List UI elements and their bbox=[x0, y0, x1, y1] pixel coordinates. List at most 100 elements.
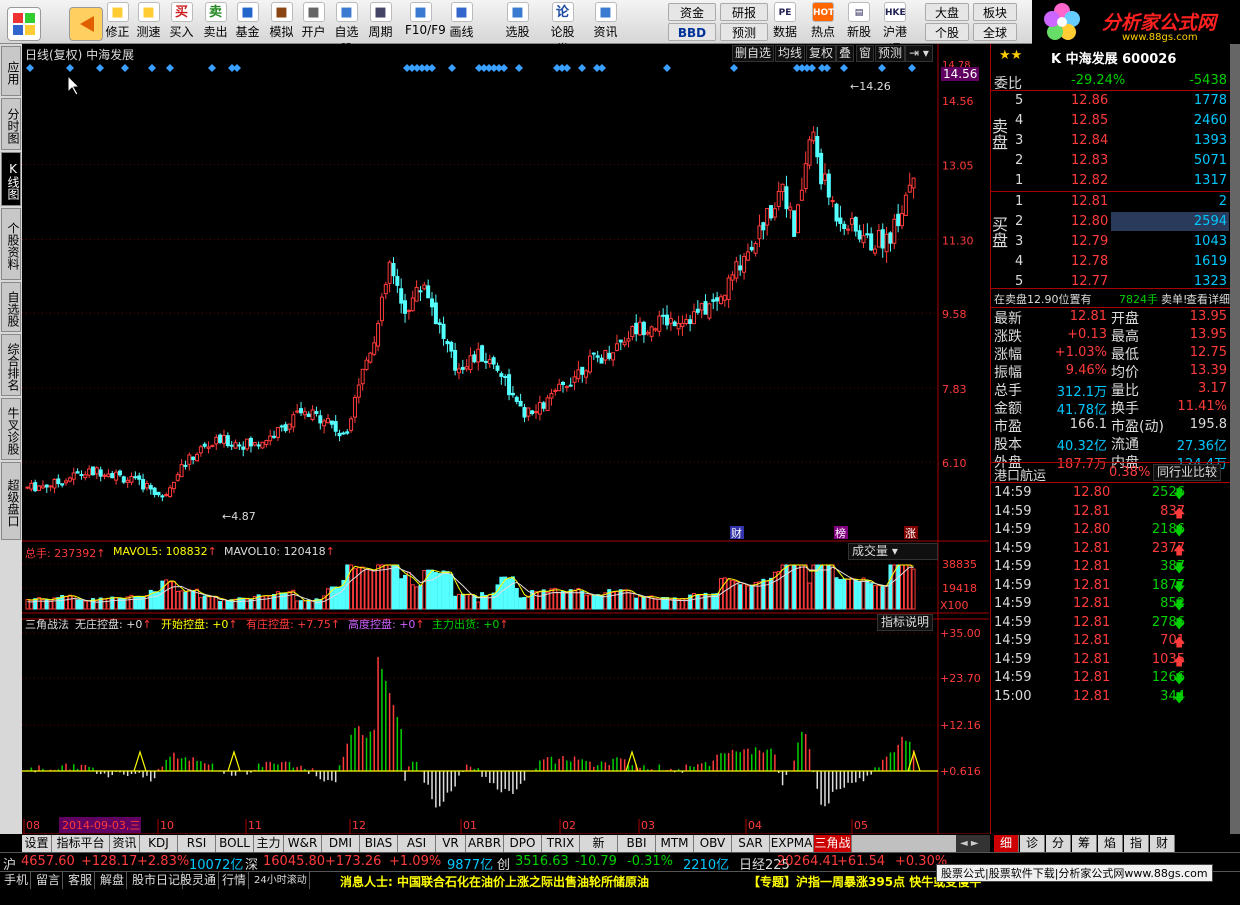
quote-tab-0[interactable]: 细 bbox=[994, 835, 1019, 852]
indicator-tab-13[interactable]: DPO bbox=[504, 835, 542, 852]
toolbar-hk-button[interactable]: HKE沪港通 bbox=[878, 2, 912, 56]
vtab-5[interactable]: 综合排名 bbox=[1, 334, 21, 396]
event-marker-label[interactable]: 榜 bbox=[835, 526, 846, 540]
toolbar-market-button[interactable]: 个股 bbox=[925, 23, 969, 41]
toolbar-small-button[interactable]: 研报 bbox=[720, 3, 768, 21]
status-tab-7[interactable]: 24小时滚动 bbox=[252, 872, 310, 889]
status-tab-6[interactable]: 行情 bbox=[220, 872, 250, 889]
indicator-tab-20[interactable]: EXPMA bbox=[770, 835, 814, 852]
status-tab-4[interactable]: 股市日记 bbox=[130, 872, 184, 889]
toolbar-hot-button[interactable]: HOT 热点 bbox=[806, 2, 840, 42]
tab-scroll-buttons[interactable]: ◄ ► bbox=[956, 835, 990, 852]
indicator-tab-3[interactable]: KDJ bbox=[140, 835, 178, 852]
ask-row[interactable]: 2 12.83 5071 bbox=[991, 151, 1231, 170]
toolbar-small-button[interactable]: 预测 bbox=[720, 23, 768, 41]
indicator-tab-10[interactable]: ASI bbox=[398, 835, 436, 852]
indicator-tab-9[interactable]: BIAS bbox=[360, 835, 398, 852]
quote-tab-4[interactable]: 焰 bbox=[1098, 835, 1123, 852]
toolbar-fund-button[interactable]: ■ 基金 bbox=[232, 2, 263, 42]
bid-row[interactable]: 3 12.79 1043 bbox=[991, 232, 1231, 251]
toolbar-star-button[interactable]: ■自选股 bbox=[331, 2, 362, 56]
toolbar-market-button[interactable]: 全球 bbox=[973, 23, 1017, 41]
indicator-tab-11[interactable]: VR bbox=[436, 835, 466, 852]
indicator-tab-7[interactable]: W&R bbox=[284, 835, 322, 852]
toolbar-pen-button[interactable]: ■ 画线 bbox=[446, 2, 477, 42]
toolbar-pe-button[interactable]: PE 数据 bbox=[768, 2, 802, 42]
status-tab-0[interactable]: 手机 bbox=[2, 872, 32, 889]
quote-tab-5[interactable]: 指 bbox=[1124, 835, 1149, 852]
vtab-7[interactable]: 超级盘口 bbox=[1, 462, 21, 540]
chart-expand-button[interactable]: ⇥ ▾ bbox=[905, 45, 933, 62]
status-tab-1[interactable]: 留言 bbox=[34, 872, 64, 889]
vtab-3[interactable]: 个股资料 bbox=[1, 208, 21, 280]
notice-detail-link[interactable]: 查看详细 bbox=[1186, 291, 1230, 307]
event-marker-label[interactable]: 财 bbox=[731, 526, 742, 540]
kline-chart[interactable]: 14.5613.0511.309.587.836.1014.7838835194… bbox=[22, 44, 989, 834]
indicator-tab-17[interactable]: MTM bbox=[656, 835, 694, 852]
toolbar-news-button[interactable]: ■ 资讯 bbox=[590, 2, 621, 42]
ad-banner[interactable]: 股票公式|股票软件下载|分析家公式网www.88gs.com bbox=[936, 864, 1213, 882]
toolbar-clock-button[interactable]: ■ 周期 bbox=[365, 2, 396, 42]
indicator-tab-4[interactable]: RSI bbox=[178, 835, 216, 852]
status-tab-5[interactable]: 股灵通 bbox=[178, 872, 220, 889]
indicator-tab-14[interactable]: TRIX bbox=[542, 835, 580, 852]
vtab-0[interactable]: 应用 bbox=[1, 46, 21, 96]
toolbar-market-button[interactable]: 大盘 bbox=[925, 3, 969, 21]
toolbar-select-button[interactable]: ■ 选股 bbox=[502, 2, 533, 42]
status-tab-3[interactable]: 解盘 bbox=[98, 872, 128, 889]
indicator-tab-0[interactable]: 设置 bbox=[22, 835, 52, 852]
order-notice[interactable]: 在卖盘12.90位置有 7824手 卖单! 查看详细 bbox=[991, 289, 1231, 308]
toolbar-small-button[interactable]: 资金 bbox=[668, 3, 716, 21]
toolbar-back-button[interactable] bbox=[66, 2, 106, 42]
indicator-tab-6[interactable]: 主力 bbox=[254, 835, 284, 852]
toolbar-market-button[interactable]: 板块 bbox=[973, 3, 1017, 21]
quote-tab-3[interactable]: 筹 bbox=[1072, 835, 1097, 852]
vtab-6[interactable]: 牛叉诊股 bbox=[1, 398, 21, 460]
bid-row[interactable]: 1 12.81 2 bbox=[991, 192, 1231, 211]
vtab-2[interactable]: K线图 bbox=[1, 152, 21, 206]
toolbar-speed-button[interactable]: ■ 测速 bbox=[133, 2, 164, 42]
quote-tab-2[interactable]: 分 bbox=[1046, 835, 1071, 852]
ask-row[interactable]: 3 12.84 1393 bbox=[991, 131, 1231, 150]
bid-row[interactable]: 4 12.78 1619 bbox=[991, 252, 1231, 271]
chart-button-5[interactable]: 预测 bbox=[875, 45, 906, 62]
bid-row[interactable]: 2 12.80 2594 bbox=[991, 212, 1231, 231]
status-tab-2[interactable]: 客服 bbox=[66, 872, 96, 889]
toolbar-forum-button[interactable]: 论论股堂 bbox=[547, 2, 578, 56]
ask-row[interactable]: 5 12.86 1778 bbox=[991, 91, 1231, 110]
toolbar-f10-button[interactable]: ■ F10/F9 bbox=[405, 2, 446, 42]
quote-tab-6[interactable]: 财 bbox=[1150, 835, 1175, 852]
toolbar-newstock-button[interactable]: ▤ 新股 bbox=[842, 2, 876, 42]
indicator-tab-15[interactable]: 新DMA bbox=[580, 835, 618, 867]
event-marker-label[interactable]: 涨 bbox=[905, 527, 916, 540]
chart-button-1[interactable]: 均线 bbox=[775, 45, 806, 62]
news-ticker-1[interactable]: 消息人士: 中国联合石化在油价上涨之际出售油轮所储原油 bbox=[340, 873, 649, 890]
indicator-tab-1[interactable]: 指标平台 bbox=[52, 835, 110, 852]
indicator-tab-5[interactable]: BOLL bbox=[216, 835, 254, 852]
industry-compare-button[interactable]: 同行业比较 bbox=[1153, 464, 1222, 481]
chart-button-4[interactable]: 窗 bbox=[856, 45, 875, 62]
quote-tab-1[interactable]: 诊 bbox=[1020, 835, 1045, 852]
indicator-tab-18[interactable]: OBV bbox=[694, 835, 732, 852]
chart-button-2[interactable]: 复权 bbox=[806, 45, 837, 62]
vtab-4[interactable]: 自选股 bbox=[1, 282, 21, 332]
toolbar-sell-button[interactable]: 卖卖出 bbox=[200, 2, 231, 42]
indicator-tab-2[interactable]: 资讯 bbox=[110, 835, 140, 852]
chart-button-3[interactable]: 叠 bbox=[836, 45, 855, 62]
toolbar-lock-button[interactable]: ■ 开户 bbox=[298, 2, 329, 42]
toolbar-small-button[interactable]: BBD bbox=[668, 23, 716, 41]
indicator-tab-8[interactable]: DMI bbox=[322, 835, 360, 852]
volume-indicator-dropdown[interactable]: 成交量 ▾ bbox=[848, 543, 938, 560]
ask-row[interactable]: 4 12.85 2460 bbox=[991, 111, 1231, 130]
indicator-tab-19[interactable]: SAR bbox=[732, 835, 770, 852]
indicator-tab-16[interactable]: BBI bbox=[618, 835, 656, 852]
toolbar-refresh-button[interactable]: ■ 修正 bbox=[102, 2, 133, 42]
toolbar-hammer-button[interactable]: ■ 模拟 bbox=[266, 2, 297, 42]
vtab-1[interactable]: 分时图 bbox=[1, 98, 21, 150]
toolbar-buy-button[interactable]: 买买入 bbox=[166, 2, 197, 42]
chart-button-0[interactable]: 删自选 bbox=[732, 45, 775, 62]
ask-row[interactable]: 1 12.82 1317 bbox=[991, 171, 1231, 190]
indicator-tab-21[interactable]: 三角战法 bbox=[814, 835, 852, 867]
indicator-explain-button[interactable]: 指标说明 bbox=[877, 614, 934, 631]
right-scrollbar[interactable] bbox=[1230, 44, 1240, 834]
